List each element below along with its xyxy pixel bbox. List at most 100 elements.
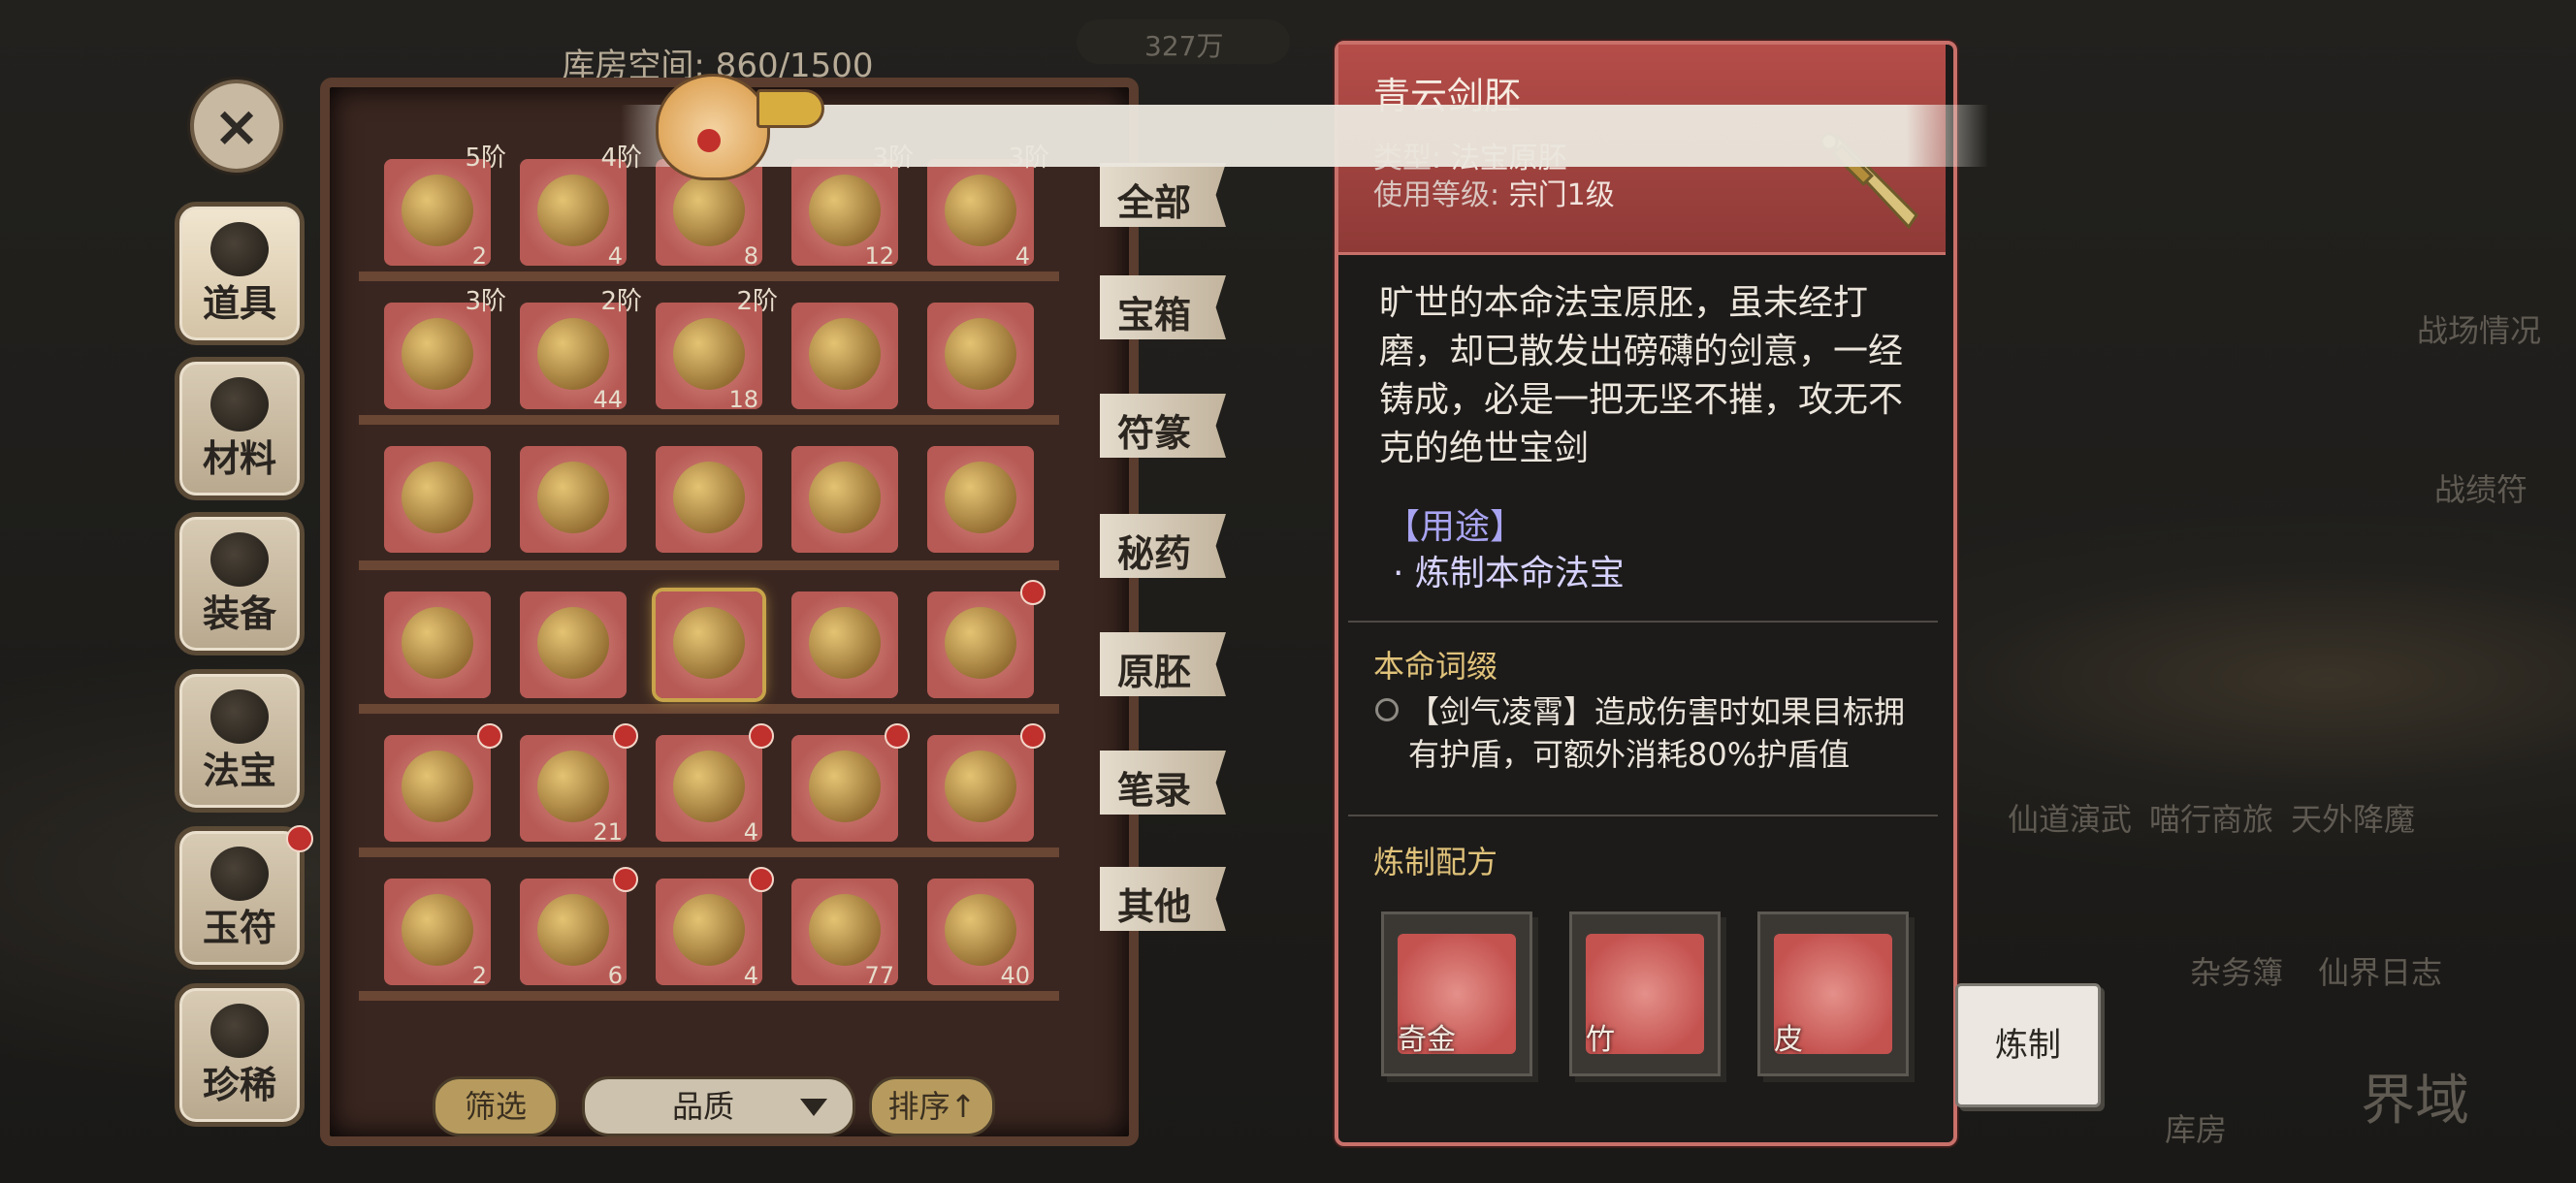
item-icon (402, 462, 473, 533)
inventory-slot[interactable]: 4 (656, 723, 774, 846)
inventory-slot[interactable]: 3阶 (384, 287, 506, 409)
tab-all[interactable]: 全部 (1100, 163, 1226, 227)
usage-title: 【用途】 (1385, 507, 1526, 547)
material-label: 竹 (1586, 1023, 1615, 1057)
inventory-slot[interactable]: 77 (791, 879, 898, 989)
item-icon (537, 318, 609, 390)
item-count: 18 (728, 386, 758, 413)
inventory-slot[interactable] (927, 446, 1034, 553)
tab-chests[interactable]: 宝箱 (1100, 275, 1226, 339)
inventory-slot[interactable]: 3阶4 (927, 144, 1049, 270)
inventory-slot[interactable]: 4阶4 (520, 144, 642, 270)
inventory-slot[interactable] (791, 723, 910, 842)
tab-notes[interactable]: 笔录 (1100, 751, 1226, 815)
inventory-slot-selected[interactable] (656, 592, 762, 698)
item-icon (809, 318, 881, 390)
inventory-slot[interactable]: 3阶12 (791, 144, 914, 270)
inventory-slot[interactable]: 2阶 18 (656, 287, 778, 413)
item-count: 12 (864, 242, 894, 270)
inventory-slot[interactable] (384, 592, 491, 698)
sidebar-item-materials[interactable]: 材料 (175, 357, 305, 500)
sidebar-item-label: 法宝 (202, 750, 276, 792)
close-button[interactable]: × (190, 80, 283, 173)
mascot-mouth (697, 129, 721, 152)
inventory-slot[interactable] (791, 592, 898, 698)
sidebar-item-label: 珍稀 (202, 1064, 276, 1106)
filter-label: 筛选 (464, 1088, 527, 1125)
usage-item: · 炼制本命法宝 (1393, 554, 1625, 593)
inventory-slot[interactable]: 21 (520, 723, 638, 846)
inventory-slot[interactable]: 2阶 44 (520, 287, 642, 413)
inventory-slot[interactable]: 6 (520, 867, 638, 989)
chest-icon (809, 751, 881, 822)
inventory-slot[interactable] (384, 446, 491, 553)
item-icon (673, 175, 745, 246)
filter-button[interactable]: 筛选 (433, 1076, 559, 1136)
inventory-slot[interactable]: 2 (384, 879, 491, 989)
inventory-slot[interactable] (927, 303, 1034, 409)
item-grade: 5阶 (465, 144, 506, 173)
tab-label: 全部 (1117, 181, 1192, 224)
inventory-slot[interactable] (791, 446, 898, 553)
material-label: 皮 (1774, 1023, 1803, 1057)
close-icon: × (212, 93, 261, 159)
tab-talismans[interactable]: 符篆 (1100, 394, 1226, 458)
tab-potions[interactable]: 秘药 (1100, 514, 1226, 578)
inventory-slot[interactable]: 5阶 2 (384, 144, 506, 270)
tab-embryos[interactable]: 原胚 (1100, 632, 1226, 696)
shelf-divider (359, 272, 1059, 281)
quality-select[interactable]: 品质 (582, 1076, 855, 1136)
tab-others[interactable]: 其他 (1100, 867, 1226, 931)
sidebar-item-props[interactable]: 道具 (175, 202, 305, 345)
notification-dot (477, 723, 502, 749)
divider (1348, 621, 1938, 623)
inventory-slot[interactable] (520, 592, 627, 698)
chest-icon (945, 607, 1016, 679)
sidebar-item-equipment[interactable]: 装备 (175, 512, 305, 655)
shelf-divider (359, 847, 1059, 857)
tab-label: 其他 (1117, 885, 1192, 928)
item-count: 2 (471, 242, 487, 270)
recipe-title: 炼制配方 (1373, 844, 1498, 880)
inventory-slot[interactable] (927, 723, 1046, 842)
item-count: 4 (743, 962, 758, 989)
item-icon (945, 894, 1016, 966)
shelf-divider (359, 415, 1059, 425)
sort-label: 排序↑ (887, 1088, 977, 1125)
announcement-banner (621, 105, 1988, 167)
item-count: 44 (593, 386, 623, 413)
inventory-slot[interactable]: 4 (656, 867, 774, 989)
notification-dot (613, 867, 638, 892)
bg-menu-realm: 界域 (2361, 1070, 2469, 1133)
item-count: 4 (1014, 242, 1030, 270)
craft-button[interactable]: 炼制 (1955, 983, 2101, 1107)
item-icon (945, 175, 1016, 246)
affix-title: 本命词缀 (1373, 648, 1498, 685)
inventory-slot[interactable]: 40 (927, 879, 1034, 989)
affix-text: 【剑气凌霄】造成伤害时如果目标拥有护盾，可额外消耗80%护盾值 (1408, 693, 1906, 773)
sort-button[interactable]: 排序↑ (869, 1076, 995, 1136)
item-count: 4 (607, 242, 623, 270)
inventory-slot[interactable] (384, 723, 502, 842)
jade-icon (210, 847, 269, 901)
sidebar-item-rare[interactable]: 珍稀 (175, 983, 305, 1127)
inventory-slot[interactable] (791, 303, 898, 409)
inventory-slot[interactable] (656, 446, 762, 553)
material-slot[interactable]: 竹 (1569, 911, 1721, 1076)
item-icon (402, 894, 473, 966)
sidebar-item-artifacts[interactable]: 法宝 (175, 669, 305, 813)
material-slot[interactable]: 皮 (1757, 911, 1909, 1076)
item-level-key: 使用等级: (1373, 178, 1500, 212)
chest-icon (673, 894, 745, 966)
material-slot[interactable]: 奇金 (1381, 911, 1532, 1076)
item-icon (809, 175, 881, 246)
herb-icon (210, 377, 269, 432)
item-icon (402, 175, 473, 246)
sidebar-item-talismans[interactable]: 玉符 (175, 825, 313, 970)
bg-menu-merchant: 喵行商旅 (2149, 801, 2274, 838)
bg-menu-chores: 杂务簿 (2190, 954, 2284, 991)
bg-menu-log: 仙界日志 (2318, 954, 2443, 991)
inventory-slot[interactable] (520, 446, 627, 553)
inventory-slot[interactable] (927, 580, 1046, 698)
sidebar-item-label: 玉符 (202, 907, 276, 949)
